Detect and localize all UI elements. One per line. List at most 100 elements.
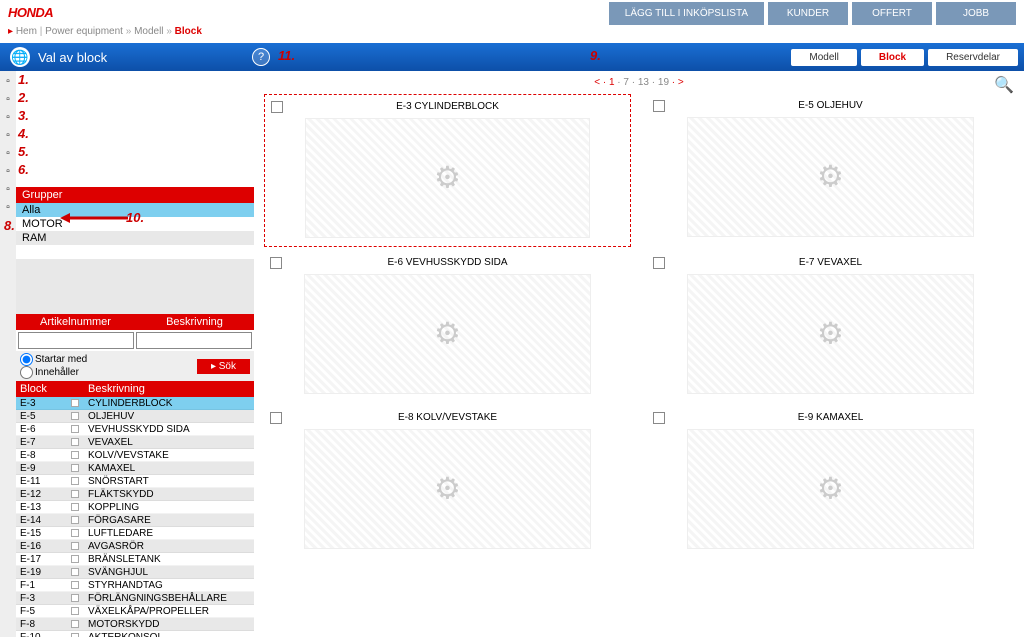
block-row[interactable]: E-5OLJEHUV — [16, 410, 254, 423]
pager-prev[interactable]: < · — [594, 77, 606, 88]
block-row[interactable]: E-7VEVAXEL — [16, 436, 254, 449]
block-list[interactable]: E-3CYLINDERBLOCKE-5OLJEHUVE-6VEVHUSSKYDD… — [16, 397, 254, 637]
block-row[interactable]: F-1STYRHANDTAG — [16, 579, 254, 592]
help-icon[interactable]: ? — [252, 48, 270, 66]
block-checkbox[interactable] — [66, 438, 84, 446]
block-checkbox[interactable] — [66, 425, 84, 433]
diagram-cell[interactable]: E-3 CYLINDERBLOCK — [264, 94, 631, 247]
block-checkbox[interactable] — [66, 555, 84, 563]
breadcrumb-home[interactable]: Hem — [16, 26, 37, 37]
search-header: Artikelnummer Beskrivning — [16, 314, 254, 330]
toolbar-icon-2[interactable]: ▫ — [1, 94, 15, 108]
diagrams-grid: E-3 CYLINDERBLOCK E-5 OLJEHUV E-6 VEVHUSSK… — [264, 94, 1014, 557]
breadcrumb: ▸ Hem | Power equipment » Modell » Block — [0, 24, 1024, 43]
tab-block[interactable]: Block — [861, 49, 924, 66]
block-checkbox[interactable] — [66, 490, 84, 498]
block-row[interactable]: E-16AVGASRÖR — [16, 540, 254, 553]
block-row[interactable]: F-3FÖRLÄNGNINGSBEHÅLLARE — [16, 592, 254, 605]
toolbar-icon-6[interactable]: ▫ — [1, 166, 15, 180]
block-id: E-11 — [16, 476, 66, 487]
block-row[interactable]: E-14FÖRGASARE — [16, 514, 254, 527]
toolbar-icon-1[interactable]: ▫ — [1, 76, 15, 90]
toolbar-icon-7[interactable]: ▫ — [1, 184, 15, 198]
pager-page-19[interactable]: 19 — [658, 77, 669, 88]
block-row[interactable]: E-13KOPPLING — [16, 501, 254, 514]
toolbar-icon-8[interactable]: ▫ — [1, 202, 15, 216]
block-id: E-15 — [16, 528, 66, 539]
diagram-image[interactable] — [288, 429, 607, 549]
block-checkbox[interactable] — [66, 594, 84, 602]
block-desc: VEVAXEL — [84, 437, 254, 448]
block-checkbox[interactable] — [66, 399, 84, 407]
diagram-image[interactable] — [671, 117, 990, 237]
diagram-cell[interactable]: E-7 VEVAXEL — [647, 251, 1014, 402]
block-checkbox[interactable] — [66, 607, 84, 615]
block-desc: OLJEHUV — [84, 411, 254, 422]
offer-button[interactable]: OFFERT — [852, 2, 932, 25]
block-row[interactable]: E-15LUFTLEDARE — [16, 527, 254, 540]
zoom-icon[interactable]: 🔍 — [994, 75, 1014, 95]
block-id: E-16 — [16, 541, 66, 552]
job-button[interactable]: JOBB — [936, 2, 1016, 25]
block-row[interactable]: E-17BRÄNSLETANK — [16, 553, 254, 566]
diagram-checkbox[interactable] — [271, 101, 283, 113]
diagram-title: E-9 KAMAXEL — [651, 410, 1010, 425]
toolbar-icon-3[interactable]: ▫ — [1, 112, 15, 126]
starts-with-radio[interactable]: Startar med — [20, 353, 87, 366]
block-row[interactable]: E-9KAMAXEL — [16, 462, 254, 475]
block-id: E-19 — [16, 567, 66, 578]
article-number-input[interactable] — [18, 332, 134, 349]
block-checkbox[interactable] — [66, 477, 84, 485]
diagram-image[interactable] — [288, 274, 607, 394]
breadcrumb-power-equipment[interactable]: Power equipment — [45, 26, 123, 37]
diagram-cell[interactable]: E-8 KOLV/VEVSTAKE — [264, 406, 631, 557]
block-checkbox[interactable] — [66, 503, 84, 511]
block-row[interactable]: F-5VÄXELKÅPA/PROPELLER — [16, 605, 254, 618]
block-checkbox[interactable] — [66, 581, 84, 589]
block-checkbox[interactable] — [66, 529, 84, 537]
tab-model[interactable]: Modell — [791, 49, 856, 66]
diagram-cell[interactable]: E-6 VEVHUSSKYDD SIDA — [264, 251, 631, 402]
annotation-3: 3. — [18, 108, 29, 123]
block-checkbox[interactable] — [66, 464, 84, 472]
pager-next[interactable]: · > — [672, 77, 684, 88]
toolbar-icon-4[interactable]: ▫ — [1, 130, 15, 144]
block-desc: FLÄKTSKYDD — [84, 489, 254, 500]
diagram-title: E-5 OLJEHUV — [651, 98, 1010, 113]
block-row[interactable]: E-3CYLINDERBLOCK — [16, 397, 254, 410]
search-button[interactable]: ▸ Sök — [197, 359, 250, 374]
block-row[interactable]: E-12FLÄKTSKYDD — [16, 488, 254, 501]
add-to-shopping-list-button[interactable]: LÄGG TILL I INKÖPSLISTA — [609, 2, 764, 25]
block-checkbox[interactable] — [66, 620, 84, 628]
diagram-cell[interactable]: E-9 KAMAXEL — [647, 406, 1014, 557]
diagram-checkbox[interactable] — [653, 100, 665, 112]
diagram-cell[interactable]: E-5 OLJEHUV — [647, 94, 1014, 247]
diagram-checkbox[interactable] — [653, 412, 665, 424]
diagram-checkbox[interactable] — [653, 257, 665, 269]
breadcrumb-model[interactable]: Modell — [134, 26, 163, 37]
block-checkbox[interactable] — [66, 516, 84, 524]
block-row[interactable]: F-10AKTERKONSOL — [16, 631, 254, 637]
diagram-image[interactable] — [289, 118, 606, 238]
group-item-ram[interactable]: RAM — [16, 231, 254, 245]
contains-radio[interactable]: Innehåller — [20, 366, 87, 379]
toolbar-icon-5[interactable]: ▫ — [1, 148, 15, 162]
diagram-image[interactable] — [671, 429, 990, 549]
block-checkbox[interactable] — [66, 451, 84, 459]
diagram-checkbox[interactable] — [270, 257, 282, 269]
customers-button[interactable]: KUNDER — [768, 2, 848, 25]
block-row[interactable]: E-11SNÖRSTART — [16, 475, 254, 488]
block-row[interactable]: F-8MOTORSKYDD — [16, 618, 254, 631]
block-checkbox[interactable] — [66, 542, 84, 550]
block-row[interactable]: E-6VEVHUSSKYDD SIDA — [16, 423, 254, 436]
block-row[interactable]: E-8KOLV/VEVSTAKE — [16, 449, 254, 462]
search-col-description: Beskrivning — [135, 316, 254, 328]
block-checkbox[interactable] — [66, 568, 84, 576]
description-input[interactable] — [136, 332, 252, 349]
diagram-checkbox[interactable] — [270, 412, 282, 424]
block-row[interactable]: E-19SVÄNGHJUL — [16, 566, 254, 579]
pager-page-13[interactable]: 13 — [638, 77, 649, 88]
tab-spare-parts[interactable]: Reservdelar — [928, 49, 1018, 66]
diagram-image[interactable] — [671, 274, 990, 394]
block-checkbox[interactable] — [66, 412, 84, 420]
